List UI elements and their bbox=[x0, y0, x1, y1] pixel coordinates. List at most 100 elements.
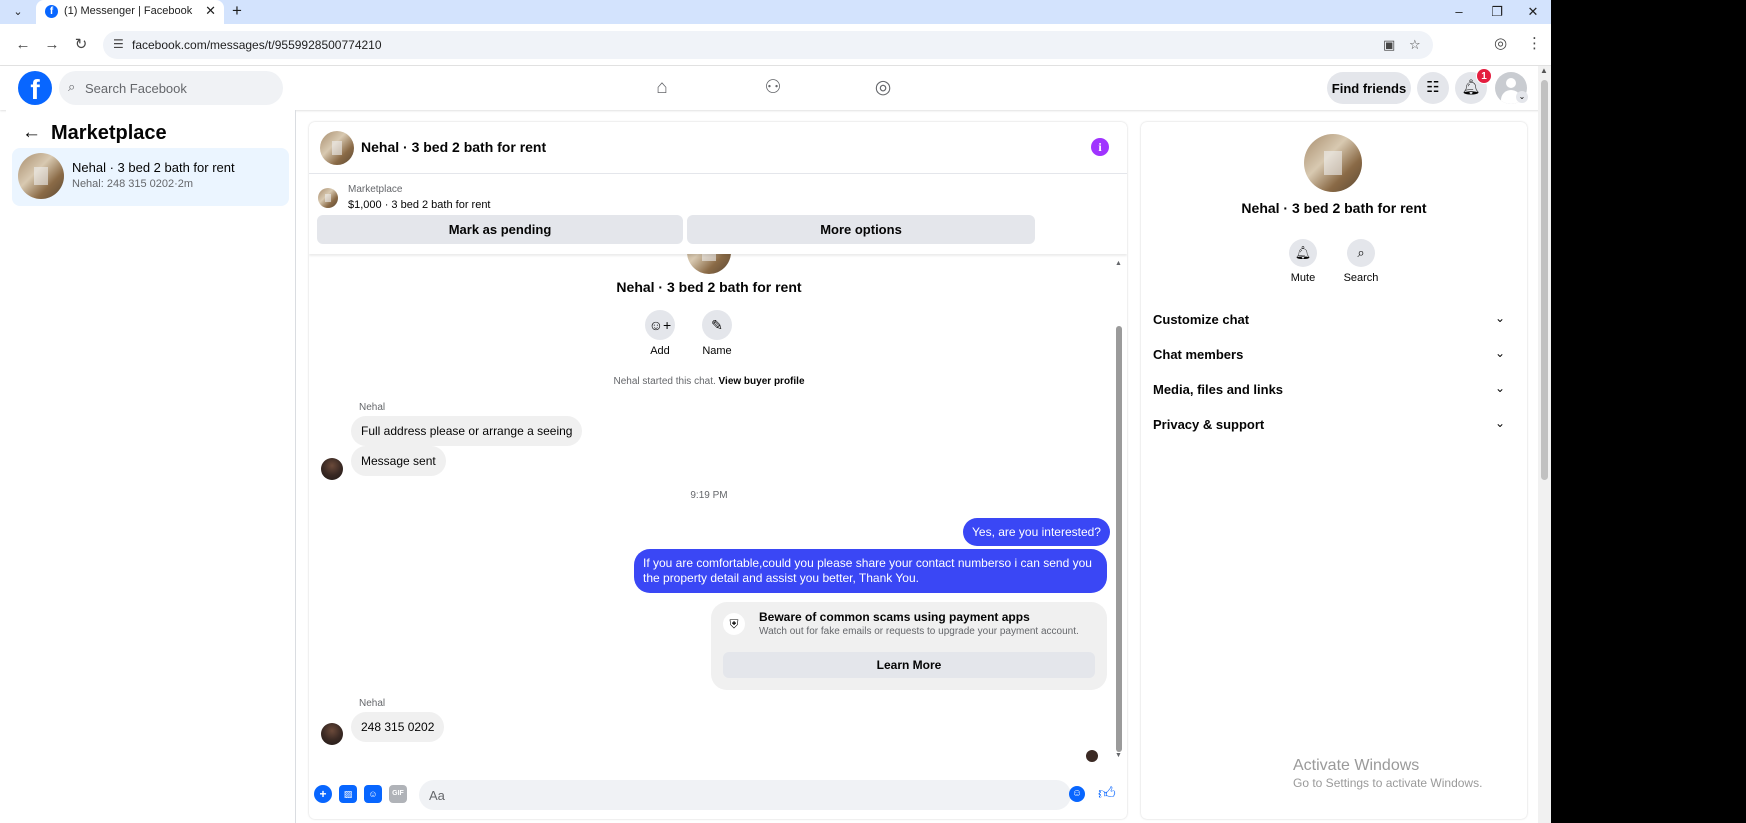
privacy-support-section[interactable]: Privacy & support ⌄ bbox=[1153, 409, 1511, 439]
search-icon: ⌕ bbox=[1347, 239, 1375, 267]
chevron-down-icon: ⌄ bbox=[1494, 416, 1505, 430]
message-thread: Nehal · 3 bed 2 bath for rent ☺+ Add ✎ N… bbox=[309, 254, 1127, 764]
name-chat-action[interactable]: ✎ Name bbox=[692, 310, 742, 357]
search-icon: ⌕ bbox=[68, 79, 76, 94]
forward-icon[interactable]: → bbox=[42, 35, 62, 55]
notifications-bell-icon[interactable]: 🔔︎ 1 bbox=[1455, 68, 1492, 104]
chrome-menu-icon[interactable]: ⋮ bbox=[1527, 34, 1542, 52]
sender-avatar[interactable] bbox=[321, 458, 343, 480]
mark-as-pending-button[interactable]: Mark as pending bbox=[317, 215, 683, 244]
minimize-icon[interactable]: – bbox=[1444, 2, 1474, 22]
search-box[interactable]: ⌕ bbox=[59, 71, 283, 105]
emoji-icon[interactable]: ☺ bbox=[1069, 786, 1085, 802]
back-icon[interactable]: ← bbox=[13, 35, 33, 55]
more-actions-plus-icon[interactable]: + bbox=[314, 785, 332, 803]
tab-search-chevron-icon[interactable]: ⌄ bbox=[8, 2, 28, 22]
browser-window: ⌄ f (1) Messenger | Facebook ✕ + – ❐ ✕ ←… bbox=[0, 0, 1551, 823]
customize-chat-section[interactable]: Customize chat ⌄ bbox=[1153, 304, 1511, 334]
new-tab-icon[interactable]: + bbox=[232, 1, 242, 21]
section-label: Customize chat bbox=[1153, 312, 1250, 327]
thread-scrollbar[interactable]: ▲ ▼ bbox=[1115, 260, 1123, 760]
message-input[interactable] bbox=[419, 780, 1071, 810]
search-action[interactable]: ⌕ Search bbox=[1336, 239, 1386, 284]
back-arrow-icon[interactable]: ← bbox=[22, 122, 41, 144]
learn-more-button[interactable]: Learn More bbox=[723, 652, 1095, 678]
sender-avatar-2[interactable] bbox=[321, 723, 343, 745]
facebook-logo-icon[interactable]: f bbox=[18, 71, 52, 105]
tab-close-icon[interactable]: ✕ bbox=[205, 3, 216, 19]
chat-header-avatar[interactable] bbox=[320, 131, 354, 165]
media-files-links-section[interactable]: Media, files and links ⌄ bbox=[1153, 374, 1511, 404]
message-composer: + ▨ ☺ GIF ☺ 👍︎ bbox=[309, 772, 1127, 819]
listing-thumbnail[interactable] bbox=[318, 188, 338, 208]
home-icon[interactable]: ⌂ bbox=[642, 74, 682, 102]
bookmark-star-icon[interactable]: ☆ bbox=[1409, 37, 1421, 53]
incoming-message-3[interactable]: 248 315 0202 bbox=[351, 712, 445, 742]
install-app-icon[interactable]: ▣ bbox=[1383, 37, 1395, 53]
tab-title: (1) Messenger | Facebook bbox=[64, 5, 193, 17]
view-buyer-profile-link[interactable]: View buyer profile bbox=[719, 376, 805, 387]
thread-avatar bbox=[687, 254, 731, 274]
outgoing-message-2[interactable]: If you are comfortable,could you please … bbox=[634, 549, 1107, 593]
chat-details-panel: Nehal · 3 bed 2 bath for rent 🔔︎ Mute ⌕ … bbox=[1141, 122, 1527, 819]
scroll-down-icon[interactable]: ▼ bbox=[1115, 752, 1122, 759]
restore-icon[interactable]: ❐ bbox=[1482, 2, 1512, 22]
pencil-icon: ✎ bbox=[702, 310, 732, 340]
info-icon[interactable]: i bbox=[1091, 138, 1109, 156]
activate-windows-subtitle: Go to Settings to activate Windows. bbox=[1293, 776, 1483, 790]
seen-receipt-avatar bbox=[1086, 750, 1098, 762]
marketplace-listing-bar: Marketplace $1,000 · 3 bed 2 bath for re… bbox=[309, 174, 1127, 254]
section-label: Privacy & support bbox=[1153, 417, 1265, 432]
tab-messenger[interactable]: f (1) Messenger | Facebook ✕ bbox=[36, 0, 224, 24]
section-label: Chat members bbox=[1153, 347, 1244, 362]
listing-price-title[interactable]: $1,000 · 3 bed 2 bath for rent bbox=[348, 199, 491, 211]
activate-windows-title: Activate Windows bbox=[1293, 757, 1420, 774]
page-scrollbar[interactable]: ▲ bbox=[1538, 66, 1551, 823]
details-name: Nehal · 3 bed 2 bath for rent bbox=[1241, 200, 1427, 216]
name-label: Name bbox=[702, 345, 732, 357]
add-people-action[interactable]: ☺+ Add bbox=[635, 310, 685, 357]
scam-warning-card: ⛨ Beware of common scams using payment a… bbox=[711, 602, 1107, 690]
menu-grid-icon[interactable]: ☷ bbox=[1417, 72, 1449, 104]
conversation-item[interactable]: Nehal · 3 bed 2 bath for rent Nehal: 248… bbox=[12, 148, 289, 206]
marketplace-inbox-panel: ← Marketplace Nehal · 3 bed 2 bath for r… bbox=[6, 110, 296, 823]
site-settings-icon[interactable]: ☰ bbox=[113, 37, 124, 51]
tab-bar: ⌄ f (1) Messenger | Facebook ✕ + – ❐ ✕ bbox=[0, 0, 1551, 24]
add-label: Add bbox=[650, 345, 670, 357]
friends-icon[interactable]: ⚇ bbox=[753, 74, 793, 102]
gif-icon[interactable]: GIF bbox=[389, 785, 407, 803]
bell-icon: 🔔︎ bbox=[1289, 239, 1317, 267]
chat-members-section[interactable]: Chat members ⌄ bbox=[1153, 339, 1511, 369]
chat-window: Nehal · 3 bed 2 bath for rent i Marketpl… bbox=[309, 122, 1127, 819]
page-scroll-up-icon[interactable]: ▲ bbox=[1540, 66, 1548, 75]
left-panel-title: Marketplace bbox=[51, 122, 167, 144]
incoming-message-2[interactable]: Message sent bbox=[351, 446, 446, 476]
attach-photo-icon[interactable]: ▨ bbox=[339, 785, 357, 803]
chevron-down-icon: ⌄ bbox=[1494, 346, 1505, 360]
incoming-message-1[interactable]: Full address please or arrange a seeing bbox=[351, 416, 583, 446]
reload-icon[interactable]: ↻ bbox=[71, 35, 91, 55]
groups-icon[interactable]: ◎ bbox=[863, 74, 903, 102]
find-friends-button[interactable]: Find friends bbox=[1327, 72, 1411, 104]
avatar-head-shape bbox=[1506, 78, 1516, 88]
url-text[interactable]: facebook.com/messages/t/9559928500774210 bbox=[132, 38, 382, 52]
omnibox[interactable]: ☰ facebook.com/messages/t/95599285007742… bbox=[103, 31, 1433, 59]
scroll-up-icon[interactable]: ▲ bbox=[1115, 260, 1122, 267]
details-avatar[interactable] bbox=[1304, 134, 1362, 192]
account-chevron-icon[interactable]: ⌄ bbox=[1516, 91, 1528, 103]
chat-title[interactable]: Nehal · 3 bed 2 bath for rent bbox=[361, 139, 546, 155]
sticker-icon[interactable]: ☺ bbox=[364, 785, 382, 803]
shield-icon: ⛨ bbox=[723, 613, 745, 635]
chevron-down-icon: ⌄ bbox=[1494, 311, 1505, 325]
more-options-button[interactable]: More options bbox=[687, 215, 1035, 244]
window-close-icon[interactable]: ✕ bbox=[1518, 2, 1548, 22]
mute-action[interactable]: 🔔︎ Mute bbox=[1278, 239, 1328, 284]
thumbs-up-icon[interactable]: 👍︎ bbox=[1098, 783, 1116, 804]
add-person-icon: ☺+ bbox=[645, 310, 675, 340]
page-scroll-thumb[interactable] bbox=[1541, 80, 1548, 480]
chrome-profile-icon[interactable]: ◎ bbox=[1494, 34, 1507, 52]
outgoing-message-1[interactable]: Yes, are you interested? bbox=[963, 518, 1110, 546]
thread-scroll-thumb[interactable] bbox=[1116, 326, 1122, 752]
address-bar: ← → ↻ ☰ facebook.com/messages/t/95599285… bbox=[0, 24, 1551, 66]
search-input[interactable] bbox=[85, 71, 275, 105]
